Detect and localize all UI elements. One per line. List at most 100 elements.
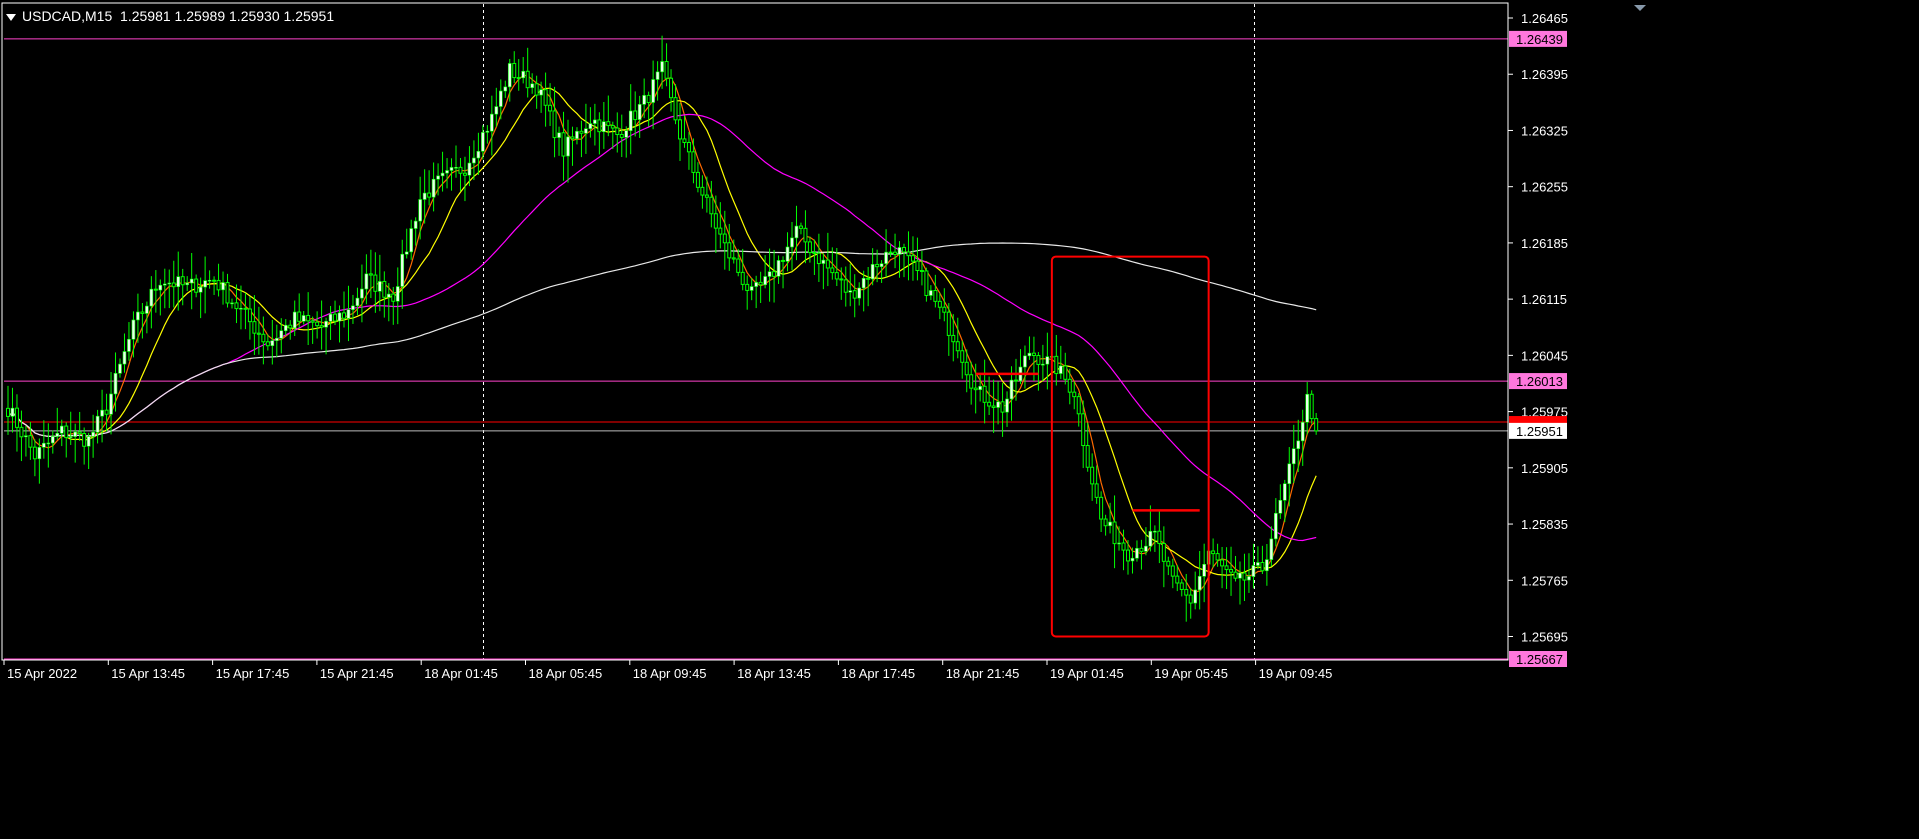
candle-body	[427, 192, 432, 198]
candle-body	[1112, 521, 1117, 545]
candle-body	[910, 255, 915, 262]
candle-body	[915, 260, 920, 272]
candle-body	[740, 271, 745, 285]
candle-body	[216, 279, 221, 291]
candle-body	[1215, 553, 1220, 561]
candle-body	[843, 279, 848, 293]
candle-body	[566, 136, 570, 157]
candle-body	[1242, 572, 1247, 581]
candle-body	[933, 289, 938, 302]
candle-body	[606, 121, 611, 127]
candle-body	[400, 253, 405, 287]
candle-body	[686, 141, 691, 153]
candle-body	[548, 104, 553, 112]
candle-body	[1291, 448, 1296, 465]
candle-body	[1144, 545, 1148, 552]
candle-body	[749, 286, 754, 291]
candle-body	[422, 192, 427, 200]
candle-body	[73, 431, 77, 437]
candle-body	[575, 131, 579, 139]
candle-body	[171, 282, 176, 288]
price-chart[interactable]: 1.26465 1.26395 1.26325 1.26255 1.26185 1.261…	[0, 0, 1919, 839]
ohlc-readout: 1.25981 1.25989 1.25930 1.25951	[120, 8, 335, 24]
candle-body	[1305, 393, 1309, 423]
candle-body	[324, 320, 328, 328]
candle-body	[136, 311, 140, 321]
candle-body	[902, 246, 906, 253]
candle-body	[870, 264, 875, 280]
candle-body	[691, 151, 696, 173]
candle-body	[1067, 378, 1072, 393]
candle-body	[1023, 355, 1027, 368]
candle-body	[270, 340, 275, 347]
candle-body	[104, 409, 109, 415]
candle-body	[1045, 356, 1050, 365]
candle-body	[848, 290, 853, 293]
candle-body	[893, 251, 898, 255]
candle-body	[458, 166, 463, 174]
candle-body	[655, 71, 660, 80]
time-tick-label: 15 Apr 21:45	[320, 666, 394, 681]
candle-body	[261, 333, 266, 343]
candle-body	[395, 286, 400, 302]
candle-body	[490, 113, 494, 132]
candle-body	[664, 61, 669, 79]
candle-body	[588, 123, 593, 129]
time-tick-label: 18 Apr 09:45	[633, 666, 707, 681]
candle-body	[781, 259, 786, 262]
candle-body	[727, 242, 732, 259]
candle-body	[682, 138, 687, 143]
price-level-tag-label: 1.26013	[1516, 374, 1563, 389]
candle-body	[378, 281, 382, 292]
candle-body	[342, 312, 346, 319]
price-tick-label: 1.26325	[1521, 123, 1568, 138]
candle-body	[319, 325, 324, 328]
candle-body	[252, 321, 257, 334]
candle-body	[239, 307, 243, 310]
candle-body	[256, 332, 261, 335]
candle-body	[731, 257, 736, 260]
candle-body	[946, 311, 951, 336]
candle-body	[973, 387, 978, 391]
candle-body	[1094, 483, 1099, 498]
candle-body	[816, 252, 821, 265]
candle-body	[346, 309, 351, 319]
candle-body	[593, 119, 597, 124]
candle-body	[19, 426, 24, 438]
price-tick-label: 1.26185	[1521, 236, 1568, 251]
candle-body	[557, 132, 561, 138]
candle-body	[1238, 572, 1242, 579]
candle-body	[978, 386, 982, 390]
candle-body	[1314, 418, 1319, 432]
candle-body	[373, 274, 378, 292]
candle-body	[167, 282, 172, 285]
candle-body	[1126, 549, 1130, 562]
candle-body	[153, 288, 158, 291]
candle-body	[579, 130, 584, 134]
candle-body	[584, 128, 588, 134]
price-tick-label: 1.26395	[1521, 67, 1568, 82]
candle-body	[763, 276, 767, 286]
candle-body	[1251, 565, 1256, 577]
candle-body	[454, 167, 458, 169]
dropdown-triangle-icon[interactable]	[6, 13, 16, 21]
candle-body	[225, 282, 230, 304]
candle-body	[709, 196, 714, 215]
candle-body	[28, 435, 33, 448]
candle-body	[46, 442, 51, 445]
candle-body	[830, 267, 835, 274]
candle-body	[852, 290, 857, 299]
candle-body	[498, 90, 503, 107]
symbol-label: USDCAD,M15	[22, 8, 113, 24]
candle-body	[1247, 576, 1251, 581]
candle-body	[95, 415, 100, 433]
candle-body	[77, 431, 82, 435]
time-tick-label: 15 Apr 2022	[7, 666, 77, 681]
candle-body	[180, 276, 185, 286]
candle-body	[543, 89, 548, 106]
candle-body	[140, 311, 145, 314]
candle-body	[937, 300, 942, 308]
candle-body	[722, 233, 727, 244]
candle-body	[1081, 413, 1086, 447]
candle-body	[122, 351, 127, 365]
